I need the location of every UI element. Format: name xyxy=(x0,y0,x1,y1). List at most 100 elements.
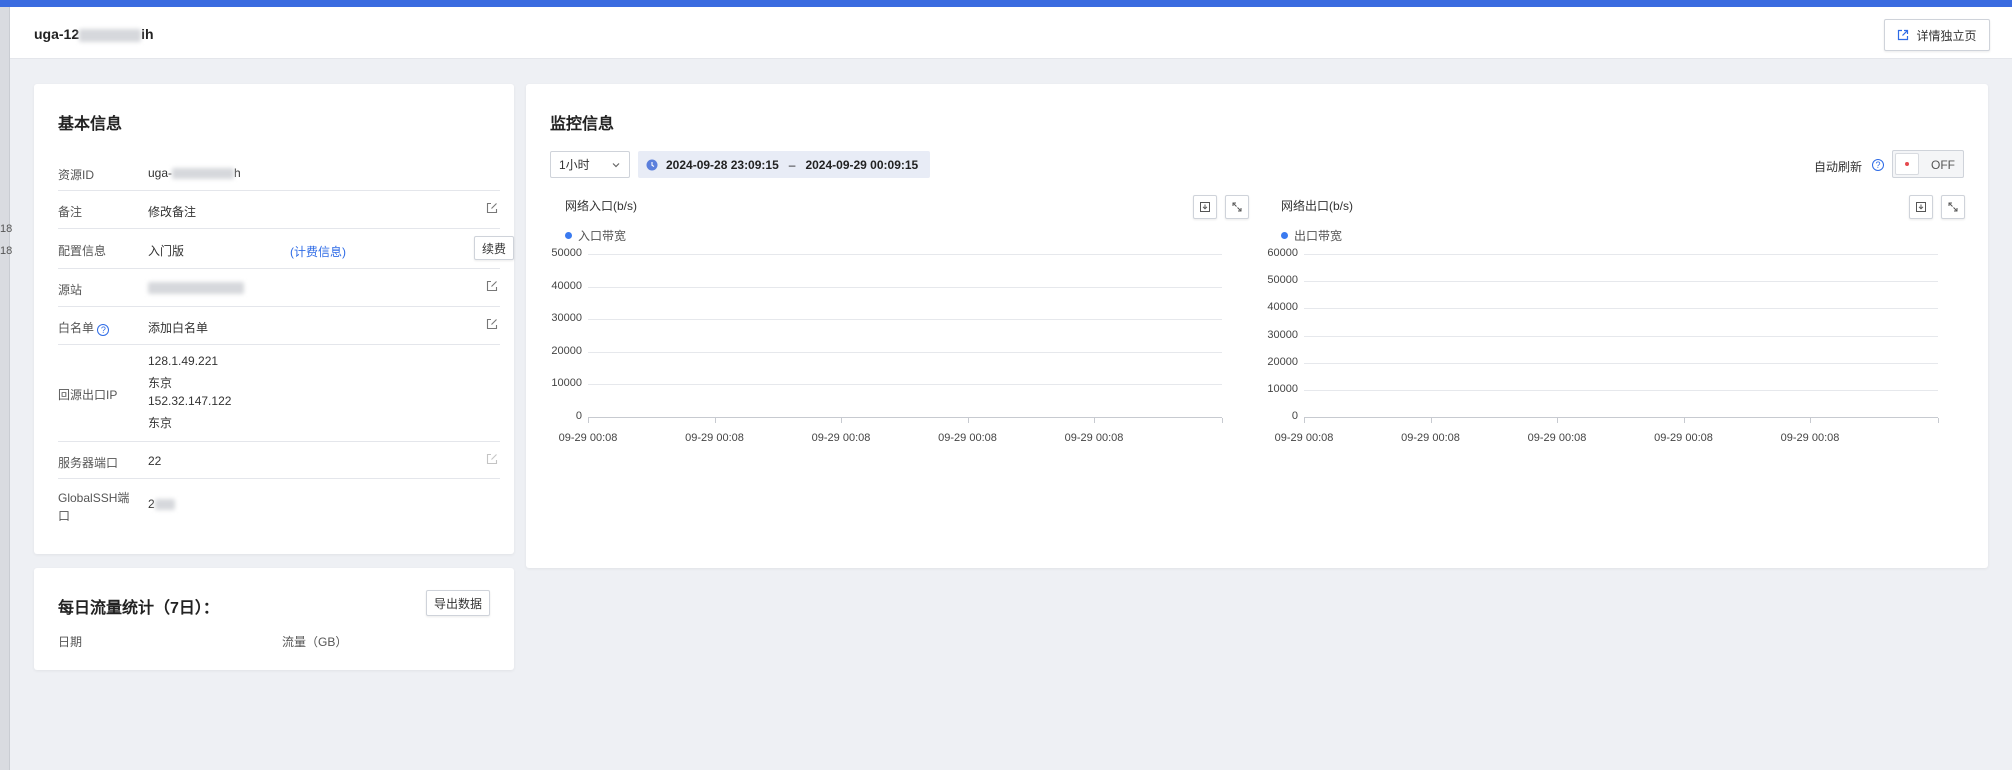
server-port-row: 服务器端口 22 xyxy=(58,442,500,479)
global-ssh-port-value: 2 xyxy=(148,497,175,511)
x-axis-line xyxy=(588,417,1222,418)
server-port-value: 22 xyxy=(148,454,162,468)
global-ssh-port-label: GlobalSSH端口 xyxy=(58,491,130,523)
gridline xyxy=(1304,335,1938,337)
redacted-text xyxy=(172,168,235,180)
basic-info-title: 基本信息 xyxy=(58,116,123,133)
x-tick-label: 09-29 00:08 xyxy=(1654,432,1713,444)
y-tick-label: 0 xyxy=(575,410,582,422)
clock-icon xyxy=(646,159,658,170)
x-tick-label: 09-29 00:08 xyxy=(1064,432,1124,444)
time-separator: – xyxy=(788,157,796,172)
egress-ip-line: 128.1.49.221 xyxy=(148,354,219,368)
billing-info-link[interactable]: (计费信息) xyxy=(290,243,346,260)
x-tick-label: 09-29 00:08 xyxy=(1780,432,1840,444)
x-tick-mark xyxy=(841,418,842,423)
chart-plot-area: 50000 40000 30000 20000 10000 0 09-29 00:08 09-… xyxy=(526,190,1256,550)
gridline xyxy=(1304,389,1938,391)
whitelist-row: 白名单 ? 添加白名单 xyxy=(58,307,500,345)
date-range-picker[interactable]: 2024-09-28 23:09:15 – 2024-09-29 00:09:1… xyxy=(638,151,930,178)
x-tick-mark xyxy=(1304,418,1305,423)
remark-label: 备注 xyxy=(58,205,83,219)
x-tick-mark xyxy=(1810,418,1811,423)
egress-ip-label: 回源出口IP xyxy=(58,388,118,402)
whitelist-label: 白名单 ? xyxy=(58,319,110,336)
remark-placeholder: 修改备注 xyxy=(148,205,197,219)
outbound-chart: 网络出口(b/s) 出口带宽 60000 50000 40000 30000 20000… xyxy=(1242,190,1972,550)
gridline xyxy=(588,319,1222,321)
daily-traffic-panel: 每日流量统计（7日）： 导出数据 日期 流量（GB） xyxy=(34,568,514,670)
gridline xyxy=(1304,281,1938,283)
y-tick-label: 40000 xyxy=(551,279,582,292)
y-tick-label: 40000 xyxy=(1267,301,1298,314)
gridline xyxy=(588,286,1222,288)
edit-icon[interactable] xyxy=(486,202,498,214)
config-value: 入门版 xyxy=(148,244,185,258)
x-tick-label: 09-29 00:08 xyxy=(558,432,618,444)
x-tick-label: 09-29 00:08 xyxy=(685,432,744,444)
page-header: uga-12 ih 详情独立页 xyxy=(10,7,2012,59)
time-start: 2024-09-28 23:09:15 xyxy=(666,157,779,172)
egress-ip-row: 回源出口IP 128.1.49.221 东京 152.32.147.122 东京 xyxy=(58,345,500,442)
resource-id-value: uga-h xyxy=(148,166,241,180)
top-accent-bar xyxy=(0,0,2012,7)
egress-ip-line: 东京 xyxy=(148,376,173,390)
x-tick-mark xyxy=(1557,418,1558,423)
inbound-chart: 网络入口(b/s) 入口带宽 50000 40000 30000 20000 10000… xyxy=(526,190,1256,550)
time-end: 2024-09-29 00:09:15 xyxy=(805,157,919,172)
resource-id-label: 资源ID xyxy=(58,168,95,182)
auto-refresh-toggle[interactable]: OFF xyxy=(1892,150,1964,178)
edit-icon xyxy=(486,453,498,465)
column-header-date: 日期 xyxy=(58,635,83,649)
basic-info-panel: 基本信息 资源ID uga-h 备注 修改备注 配置信息 入门版 (计费信息) … xyxy=(34,84,514,554)
toggle-indicator-dot xyxy=(1905,162,1909,166)
gridline xyxy=(588,351,1222,353)
edit-icon[interactable] xyxy=(486,280,498,292)
y-tick-label: 10000 xyxy=(551,377,582,390)
detail-page-label: 详情独立页 xyxy=(1916,28,1977,43)
page-title: uga-12 ih xyxy=(34,26,154,42)
x-tick-mark xyxy=(967,418,969,423)
help-icon[interactable]: ? xyxy=(97,324,110,336)
export-data-button[interactable]: 导出数据 xyxy=(426,590,490,616)
y-tick-label: 0 xyxy=(1291,410,1298,422)
gridline xyxy=(1304,254,1938,255)
redacted-text xyxy=(154,499,175,511)
monitor-title: 监控信息 xyxy=(550,116,615,133)
y-tick-label: 30000 xyxy=(551,312,582,325)
external-link-icon xyxy=(1898,29,1909,41)
x-tick-mark xyxy=(1094,418,1095,423)
renew-label: 续费 xyxy=(481,241,506,256)
resource-id-row: 资源ID uga-h xyxy=(58,154,500,191)
help-icon[interactable]: ? xyxy=(1872,159,1884,171)
x-tick-mark xyxy=(1222,418,1223,423)
origin-row: 源站 xyxy=(58,269,500,307)
origin-value xyxy=(148,280,244,294)
redacted-text xyxy=(148,281,244,294)
y-tick-label: 10000 xyxy=(1267,382,1298,395)
y-tick-label: 50000 xyxy=(551,247,582,259)
time-range-select[interactable]: 1小时 xyxy=(550,151,630,178)
column-header-traffic: 流量（GB） xyxy=(282,635,348,649)
egress-ip-line: 152.32.147.122 xyxy=(148,394,232,408)
remark-row: 备注 修改备注 xyxy=(58,191,500,229)
toggle-knob xyxy=(1895,153,1919,175)
x-tick-label: 09-29 00:08 xyxy=(1401,432,1460,444)
detail-page-button[interactable]: 详情独立页 xyxy=(1884,19,1990,51)
y-tick-label: 20000 xyxy=(1267,355,1298,368)
renew-button[interactable]: 续费 xyxy=(474,236,514,260)
gridline xyxy=(1304,308,1938,310)
edit-icon[interactable] xyxy=(486,318,498,330)
x-tick-label: 09-29 00:08 xyxy=(938,432,997,444)
daily-traffic-title: 每日流量统计（7日）： xyxy=(58,600,219,617)
origin-label: 源站 xyxy=(58,283,83,297)
x-tick-mark xyxy=(588,418,589,423)
left-edge-mark: 18 xyxy=(0,223,13,235)
left-edge-strip: 18 18 xyxy=(0,7,13,770)
x-tick-mark xyxy=(1430,418,1432,423)
monitor-panel: 监控信息 1小时 2024-09-28 23:09:15 – 2024-09-2… xyxy=(526,84,1988,568)
x-tick-label: 09-29 00:08 xyxy=(1274,432,1334,444)
gridline xyxy=(588,384,1222,386)
time-range-value: 1小时 xyxy=(559,158,590,172)
x-tick-mark xyxy=(1683,418,1685,423)
